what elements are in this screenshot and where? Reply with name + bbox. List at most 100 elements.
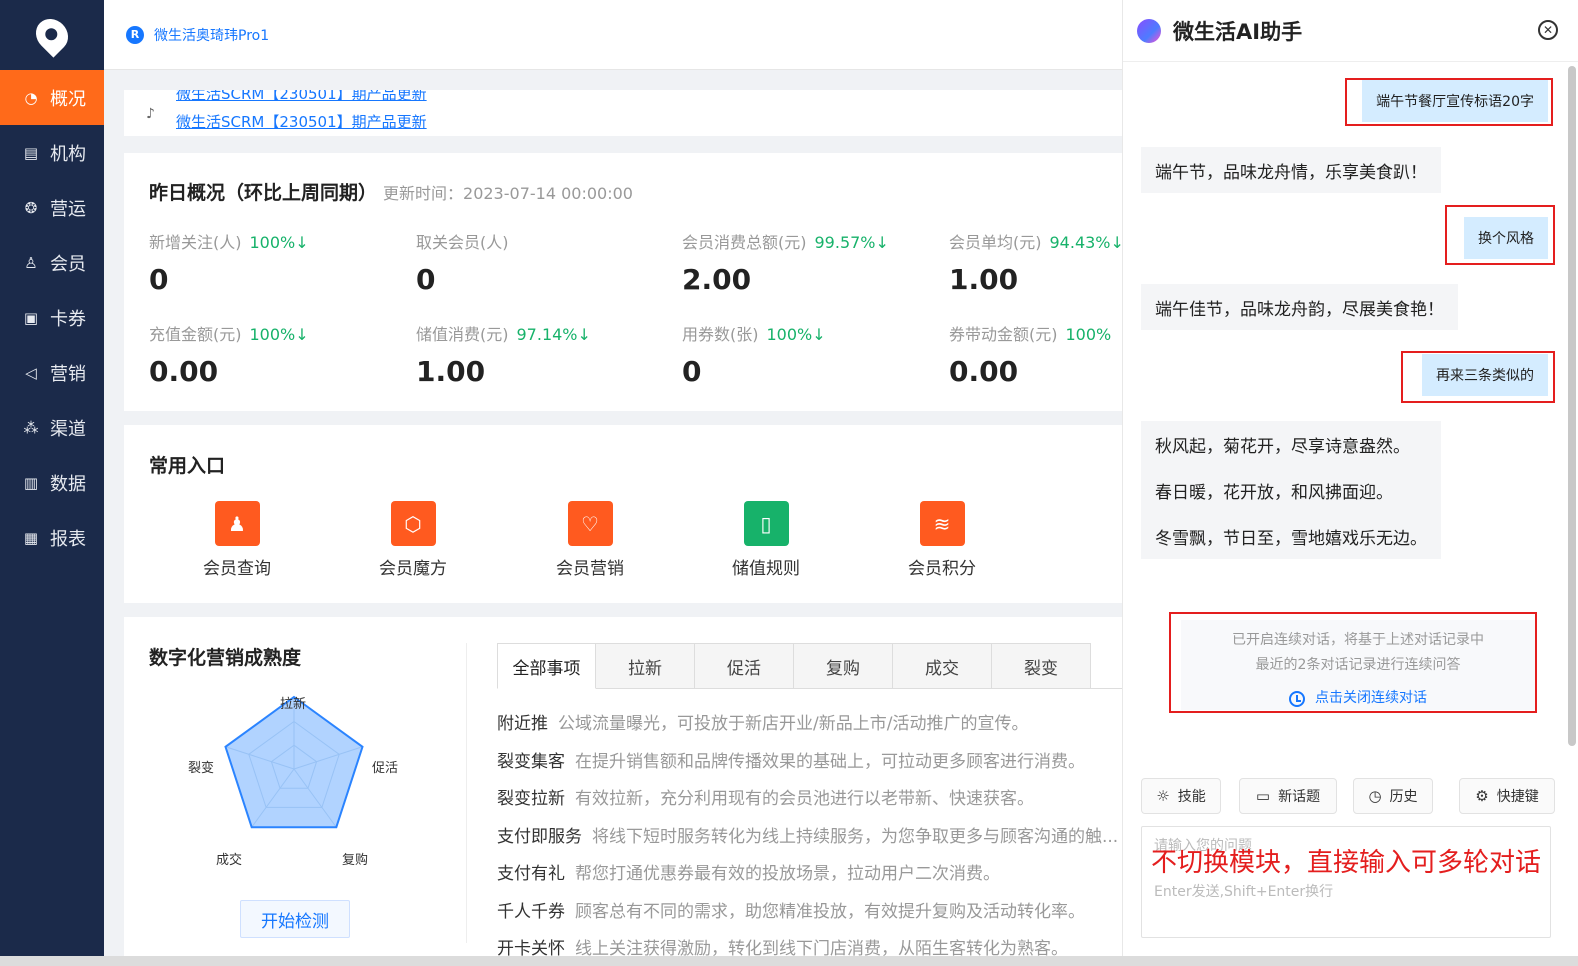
metric-change: 100%↓ bbox=[249, 325, 309, 344]
strategy-desc: 顾客总有不同的需求，助您精准投放，有效提升复购及活动转化率。 bbox=[575, 901, 1085, 922]
metric-item: 用券数(张) 100%↓ 0 bbox=[682, 321, 948, 388]
tool-label: 快捷键 bbox=[1496, 789, 1539, 805]
strategy-item[interactable]: 千人千券 顾客总有不同的需求，助您精准投放，有效提升复购及活动转化率。 bbox=[497, 897, 1085, 922]
ai-assistant-panel: 微生活AI助手 ✕ 端午节餐厅宣传标语20字 端午节，品味龙舟情，乐享美食趴！ 换个… bbox=[1122, 0, 1578, 956]
metric-item: 新增关注(人) 100%↓ 0 bbox=[149, 229, 415, 296]
notice-bar: ♪ 微生活SCRM【230501】期产品更新 微生活SCRM【230501】期产… bbox=[124, 90, 1122, 136]
entry-label: 会员营销 bbox=[556, 559, 624, 579]
radar-label: 成交 bbox=[216, 853, 243, 868]
entry-2[interactable]: ♡ 会员营销 bbox=[535, 501, 645, 579]
tab-4[interactable]: 成交 bbox=[893, 643, 992, 689]
metric-label: 会员消费总额(元) 99.57%↓ bbox=[682, 229, 948, 253]
tab-5[interactable]: 裂变 bbox=[992, 643, 1091, 689]
strategy-item[interactable]: 附近推 公域流量曝光，可投放于新店开业/新品上市/活动推广的宣传。 bbox=[497, 709, 1028, 734]
sidebar-item-3[interactable]: ♙ 会员 bbox=[0, 235, 104, 290]
radar-label: 裂变 bbox=[188, 761, 215, 776]
horizontal-scrollbar[interactable] bbox=[0, 956, 1578, 966]
tool-button-0[interactable]: ☼ 技能 bbox=[1141, 778, 1221, 814]
entry-4[interactable]: ≋ 会员积分 bbox=[887, 501, 997, 579]
entry-3[interactable]: ▯ 储值规则 bbox=[711, 501, 821, 579]
metric-label-text: 储值消费(元) bbox=[416, 325, 509, 344]
entries-title: 常用入口 bbox=[149, 455, 226, 477]
radar-label: 复购 bbox=[342, 853, 369, 868]
sidebar-item-label: 卡券 bbox=[50, 308, 86, 330]
sidebar-item-5[interactable]: ◁ 营销 bbox=[0, 345, 104, 400]
store-badge: R bbox=[126, 25, 144, 44]
metric-label-text: 充值金额(元) bbox=[149, 325, 242, 344]
entry-label: 会员积分 bbox=[908, 559, 976, 579]
radar-label: 促活 bbox=[372, 761, 399, 776]
sidebar-item-7[interactable]: ▥ 数据 bbox=[0, 455, 104, 510]
strategy-item[interactable]: 裂变拉新 有效拉新，充分利用现有的会员池进行以老带新、快速获客。 bbox=[497, 784, 1034, 809]
bell-icon: ♪ bbox=[146, 106, 155, 122]
strategy-item[interactable]: 支付有礼 帮您打通优惠券最有效的投放场景，拉动用户二次消费。 bbox=[497, 859, 1000, 884]
store-name[interactable]: 微生活奥琦玮Pro1 bbox=[154, 25, 269, 45]
tab-1[interactable]: 拉新 bbox=[596, 643, 695, 689]
highlight-frame bbox=[1345, 78, 1553, 126]
bot-message-line: 秋风起，菊花开，尽享诗意盎然。 bbox=[1155, 436, 1410, 457]
close-icon[interactable]: ✕ bbox=[1538, 20, 1558, 40]
tool-button-3[interactable]: ⚙ 快捷键 bbox=[1459, 778, 1555, 814]
metric-change: 100%↓ bbox=[249, 233, 309, 252]
metric-item: 取关会员(人) 0 bbox=[416, 229, 682, 296]
metric-item: 储值消费(元) 97.14%↓ 1.00 bbox=[416, 321, 682, 388]
entry-1[interactable]: ⬡ 会员魔方 bbox=[358, 501, 468, 579]
sidebar-item-label: 报表 bbox=[50, 528, 86, 550]
entry-label: 会员查询 bbox=[203, 559, 271, 579]
tab-2[interactable]: 促活 bbox=[695, 643, 794, 689]
sidebar-item-2[interactable]: ❂ 营运 bbox=[0, 180, 104, 235]
sidebar-item-label: 数据 bbox=[50, 473, 86, 495]
history-icon: ◷ bbox=[1368, 787, 1382, 805]
sidebar-item-0[interactable]: ◔ 概况 bbox=[0, 70, 104, 125]
update-time: 更新时间：2023-07-14 00:00:00 bbox=[383, 184, 633, 203]
metric-label-text: 会员单均(元) bbox=[949, 233, 1042, 252]
bot-message-line: 端午佳节，品味龙舟韵，尽展美食艳！ bbox=[1155, 299, 1444, 320]
entry-0[interactable]: ♟ 会员查询 bbox=[182, 501, 292, 579]
metric-value: 0.00 bbox=[149, 355, 219, 388]
member-search-icon: ♟ bbox=[214, 501, 260, 546]
coupon-icon: ▣ bbox=[23, 308, 39, 327]
data-icon: ▥ bbox=[23, 473, 39, 492]
strategy-item[interactable]: 支付即服务 将线下短时服务转化为线上持续服务，为您争取更多与顾客沟通的触... bbox=[497, 822, 1118, 847]
sidebar: ◔ 概况 ▤ 机构 ❂ 营运 ♙ 会员 ▣ 卡券 ◁ 营销 ⁂ 渠道 ▥ 数据 ▦ 报表 bbox=[0, 0, 104, 966]
ai-header: 微生活AI助手 ✕ bbox=[1123, 0, 1578, 62]
sidebar-item-1[interactable]: ▤ 机构 bbox=[0, 125, 104, 180]
start-detect-button[interactable]: 开始检测 bbox=[240, 900, 350, 938]
sidebar-item-6[interactable]: ⁂ 渠道 bbox=[0, 400, 104, 455]
building-icon: ▤ bbox=[23, 143, 39, 162]
sidebar-item-8[interactable]: ▦ 报表 bbox=[0, 510, 104, 565]
megaphone-icon: ◁ bbox=[25, 363, 37, 382]
sidebar-item-label: 机构 bbox=[50, 143, 86, 165]
sidebar-item-4[interactable]: ▣ 卡券 bbox=[0, 290, 104, 345]
notice-link[interactable]: 微生活SCRM【230501】期产品更新 bbox=[176, 90, 1122, 108]
tab-3[interactable]: 复购 bbox=[794, 643, 893, 689]
strategy-name: 附近推 bbox=[497, 714, 548, 734]
ai-title: 微生活AI助手 bbox=[1173, 19, 1303, 44]
points-icon: ≋ bbox=[919, 501, 965, 546]
logo-mark-icon bbox=[29, 12, 75, 58]
radar-label: 拉新 bbox=[280, 697, 307, 712]
tool-label: 新话题 bbox=[1278, 789, 1321, 805]
metric-label-text: 取关会员(人) bbox=[416, 233, 509, 252]
maturity-card: 数字化营销成熟度 拉新 促活 复购 成交 裂变 开始检测 全部事项 拉新 促活 复购 成交 裂变 … bbox=[124, 617, 1122, 966]
strategy-item[interactable]: 裂变集客 在提升销售额和品牌传播效果的基础上，可拉动更多顾客进行消费。 bbox=[497, 747, 1085, 772]
metric-value: 1.00 bbox=[416, 355, 486, 388]
radar-series bbox=[224, 695, 364, 829]
tool-button-1[interactable]: ▭ 新话题 bbox=[1239, 778, 1337, 814]
heart-diamond-icon: ♡ bbox=[567, 501, 613, 546]
tab-0[interactable]: 全部事项 bbox=[497, 643, 596, 689]
metric-change: 94.43%↓ bbox=[1049, 233, 1124, 252]
sidebar-item-label: 渠道 bbox=[50, 418, 86, 440]
bot-message-line: 冬雪飘，节日至，雪地嬉戏乐无边。 bbox=[1155, 528, 1427, 549]
tool-button-2[interactable]: ◷ 历史 bbox=[1353, 778, 1433, 814]
notice-link[interactable]: 微生活SCRM【230501】期产品更新 bbox=[176, 108, 1122, 136]
metric-label-text: 会员消费总额(元) bbox=[682, 233, 807, 252]
strategy-name: 支付有礼 bbox=[497, 864, 565, 884]
app-logo[interactable] bbox=[0, 0, 104, 70]
tool-label: 历史 bbox=[1389, 789, 1418, 805]
main-content: ♪ 微生活SCRM【230501】期产品更新 微生活SCRM【230501】期产… bbox=[124, 90, 1124, 966]
strategy-desc: 公域流量曝光，可投放于新店开业/新品上市/活动推广的宣传。 bbox=[558, 714, 1029, 734]
chat-scrollbar[interactable] bbox=[1568, 66, 1576, 746]
sidebar-item-label: 会员 bbox=[50, 253, 86, 275]
sidebar-item-label: 营运 bbox=[50, 198, 86, 220]
